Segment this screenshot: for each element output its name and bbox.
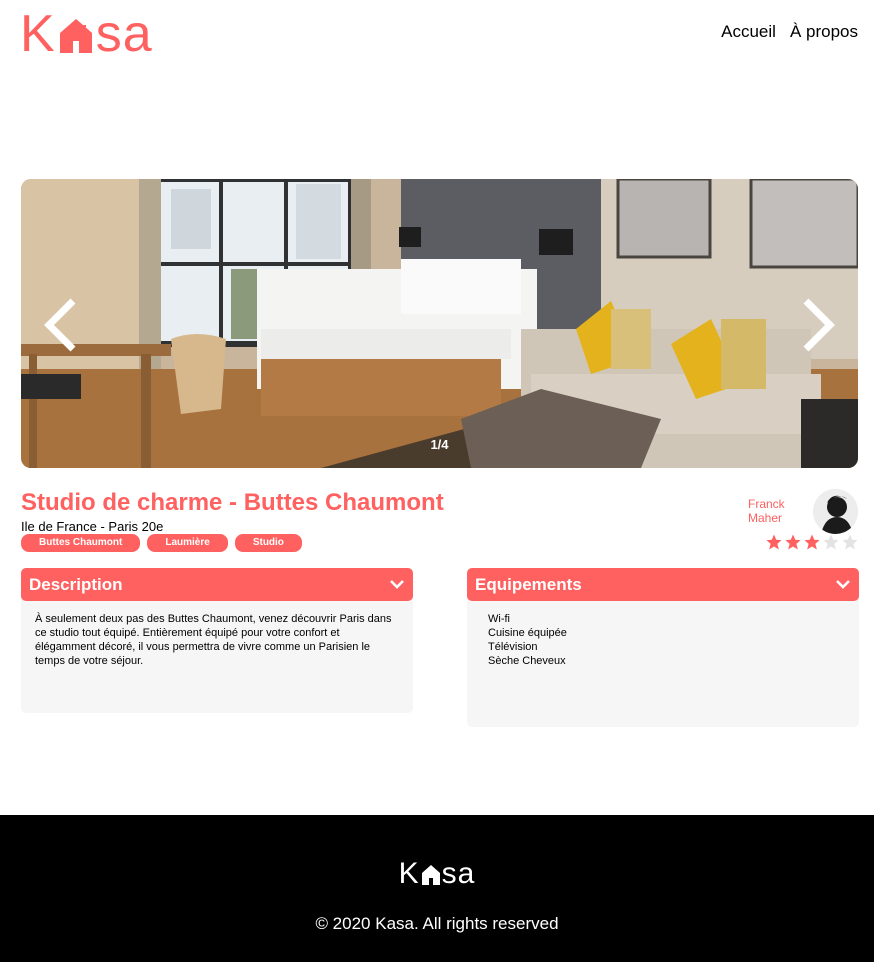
listing-location: Ile de France - Paris 20e bbox=[21, 519, 164, 534]
list-item: Sèche Cheveux bbox=[488, 655, 566, 667]
description-body: À seulement deux pas des Buttes Chaumont… bbox=[21, 596, 413, 713]
host-name: Franck Maher bbox=[748, 497, 792, 525]
list-item: Télévision bbox=[488, 641, 538, 653]
tag: Buttes Chaumont bbox=[21, 534, 141, 552]
equipments-toggle[interactable]: Equipements bbox=[467, 568, 859, 601]
host-last-name: Maher bbox=[748, 511, 783, 525]
rating bbox=[765, 533, 859, 551]
star-icon bbox=[804, 534, 820, 550]
chevron-left-icon[interactable] bbox=[41, 297, 81, 353]
tag: Laumière bbox=[147, 534, 228, 552]
photo-carousel: 1/4 bbox=[21, 179, 858, 468]
tag-list: Buttes Chaumont Laumière Studio bbox=[21, 534, 302, 552]
listing-photo bbox=[21, 179, 858, 468]
kasa-logo[interactable]: K sa bbox=[20, 6, 153, 62]
carousel-counter: 1/4 bbox=[430, 437, 449, 452]
chevron-down-icon[interactable] bbox=[835, 577, 851, 591]
nav-link-home[interactable]: Accueil bbox=[721, 22, 776, 42]
footer-logo: K sa bbox=[0, 857, 874, 891]
star-icon bbox=[842, 534, 858, 550]
description-collapse: Description À seulement deux pas des But… bbox=[21, 568, 413, 713]
chevron-down-icon[interactable] bbox=[389, 577, 405, 591]
host: Franck Maher bbox=[748, 489, 858, 537]
listing-title: Studio de charme - Buttes Chaumont bbox=[21, 489, 444, 516]
logo-letter-k: K bbox=[20, 5, 56, 63]
description-toggle[interactable]: Description bbox=[21, 568, 413, 601]
house-icon bbox=[59, 19, 92, 53]
list-item: Wi-fi bbox=[488, 613, 510, 625]
footer-logo-letter-k: K bbox=[398, 857, 420, 890]
avatar bbox=[813, 489, 858, 534]
footer-logo-letters-sa: sa bbox=[441, 857, 476, 890]
equipments-collapse: Equipements Wi-fi Cuisine équipée Télévi… bbox=[467, 568, 859, 727]
equipments-body: Wi-fi Cuisine équipée Télévision Sèche C… bbox=[467, 596, 859, 727]
star-icon bbox=[785, 534, 801, 550]
logo-letters-sa: sa bbox=[95, 5, 153, 63]
nav-link-about[interactable]: À propos bbox=[790, 22, 858, 42]
list-item: Cuisine équipée bbox=[488, 627, 567, 639]
star-icon bbox=[766, 534, 782, 550]
footer: K sa © 2020 Kasa. All rights reserved bbox=[0, 815, 874, 962]
star-icon bbox=[823, 534, 839, 550]
host-first-name: Franck bbox=[748, 497, 785, 511]
copyright-text: © 2020 Kasa. All rights reserved bbox=[315, 914, 559, 933]
description-text: À seulement deux pas des Buttes Chaumont… bbox=[35, 613, 392, 667]
chevron-right-icon[interactable] bbox=[798, 297, 838, 353]
house-icon bbox=[421, 865, 440, 885]
header: K sa Accueil À propos bbox=[0, 0, 874, 70]
tag: Studio bbox=[234, 534, 302, 552]
main-nav: Accueil À propos bbox=[721, 22, 858, 42]
equipments-title: Equipements bbox=[475, 575, 582, 594]
description-title: Description bbox=[29, 575, 123, 594]
